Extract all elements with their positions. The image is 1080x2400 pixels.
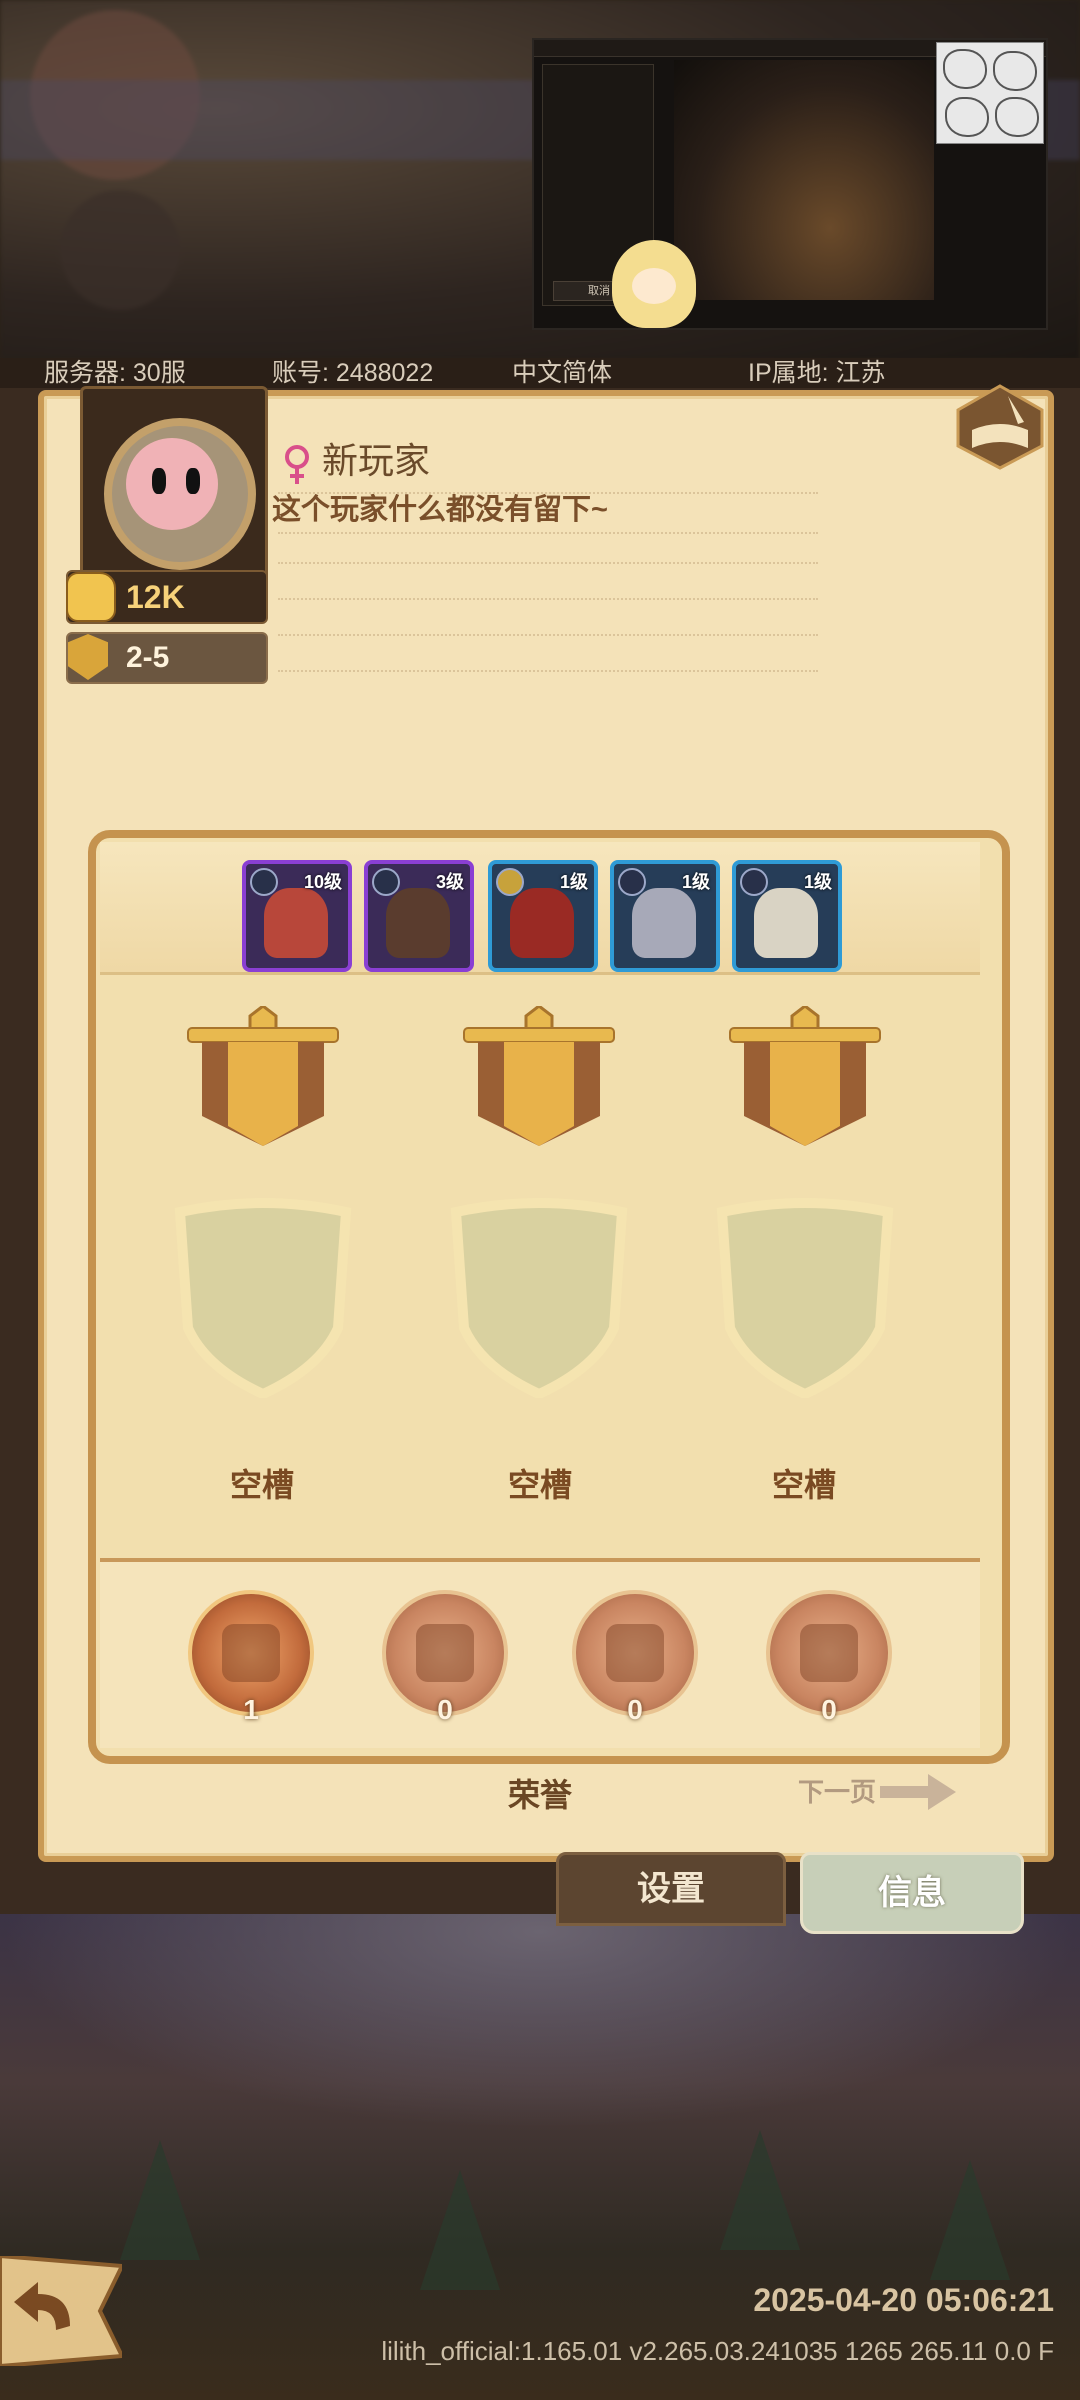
female-icon (285, 445, 309, 484)
signature-line (278, 492, 818, 494)
hero-card[interactable]: 1级 (732, 860, 842, 972)
crown-honor-icon[interactable]: 0 (382, 1590, 508, 1725)
faction-icon (496, 868, 524, 896)
player-name: 新玩家 (322, 440, 431, 481)
info-bar: 服务器: 30服 账号: 2488022 中文简体 IP属地: 江苏 (0, 358, 1080, 388)
door-honor-icon[interactable]: 0 (766, 1590, 892, 1725)
honor-count: 0 (437, 1694, 453, 1725)
player-signature[interactable]: 这个玩家什么都没有留下~ (272, 490, 608, 530)
empty-medal-slot[interactable] (712, 1198, 898, 1398)
hero-level: 10级 (303, 872, 342, 892)
hero-level: 3级 (435, 872, 464, 892)
language-label: 中文简体 (512, 359, 613, 387)
account-label: 账号: 2488022 (272, 359, 434, 387)
hero-level: 1级 (559, 872, 588, 892)
version-string: lilith_official:1.165.01 v2.265.03.24103… (381, 2336, 1054, 2366)
hero-card[interactable]: 3级 (364, 860, 474, 972)
tab-info-label: 信息 (878, 1874, 946, 1912)
vtuber-avatar (612, 240, 696, 328)
arrow-right-icon[interactable] (880, 1774, 956, 1810)
medal-ribbon-icon (729, 1006, 881, 1146)
medal-ribbon-icon (463, 1006, 615, 1146)
background-bottom (0, 1910, 1080, 2400)
shell-honor-icon[interactable]: 0 (572, 1590, 698, 1725)
hero-level: 1级 (681, 872, 710, 892)
empty-slot-label: 空槽 (771, 1467, 836, 1503)
tab-settings[interactable]: 设置 (556, 1852, 786, 1926)
power-value: 12K (126, 579, 185, 615)
signature-line (278, 670, 818, 672)
faction-icon (250, 868, 278, 896)
timestamp: 2025-04-20 05:06:21 (753, 2282, 1054, 2318)
next-page-button[interactable]: 下一页 (798, 1772, 876, 1809)
empty-medal-slot[interactable] (170, 1198, 356, 1398)
signature-line (278, 532, 818, 534)
tab-settings-label: 设置 (637, 1870, 705, 1908)
hero-level: 1级 (803, 872, 832, 892)
stage-value: 2-5 (126, 641, 170, 674)
empty-slot-label: 空槽 (229, 1467, 294, 1503)
signature-line (278, 598, 818, 600)
avatar[interactable] (104, 418, 256, 570)
hero-card[interactable]: 1级 (610, 860, 720, 972)
signature-line (278, 634, 818, 636)
stream-doodle-image (936, 42, 1044, 144)
honor-count: 0 (627, 1694, 643, 1725)
back-arrow-icon[interactable] (0, 2256, 122, 2366)
honor-count: 0 (821, 1694, 837, 1725)
honor-count: 1 (243, 1694, 259, 1725)
stream-overlay: 取消 (532, 38, 1048, 330)
faction-icon (372, 868, 400, 896)
faction-icon (618, 868, 646, 896)
faction-icon (740, 868, 768, 896)
ip-location-label: IP属地: 江苏 (748, 359, 886, 387)
star-honor-icon[interactable]: 1 (188, 1590, 314, 1725)
book-quill-icon[interactable] (954, 382, 1046, 472)
fist-icon (66, 572, 116, 622)
signature-line (278, 562, 818, 564)
empty-slot-label: 空槽 (507, 1467, 572, 1503)
empty-medal-slot[interactable] (446, 1198, 632, 1398)
medal-ribbon-icon (187, 1006, 339, 1146)
server-label: 服务器: 30服 (44, 359, 186, 387)
hero-card[interactable]: 1级 (488, 860, 598, 972)
tab-info[interactable]: 信息 (800, 1852, 1024, 1934)
hero-card[interactable]: 10级 (242, 860, 352, 972)
honor-title: 荣誉 (507, 1777, 572, 1813)
stream-scene (674, 60, 934, 300)
